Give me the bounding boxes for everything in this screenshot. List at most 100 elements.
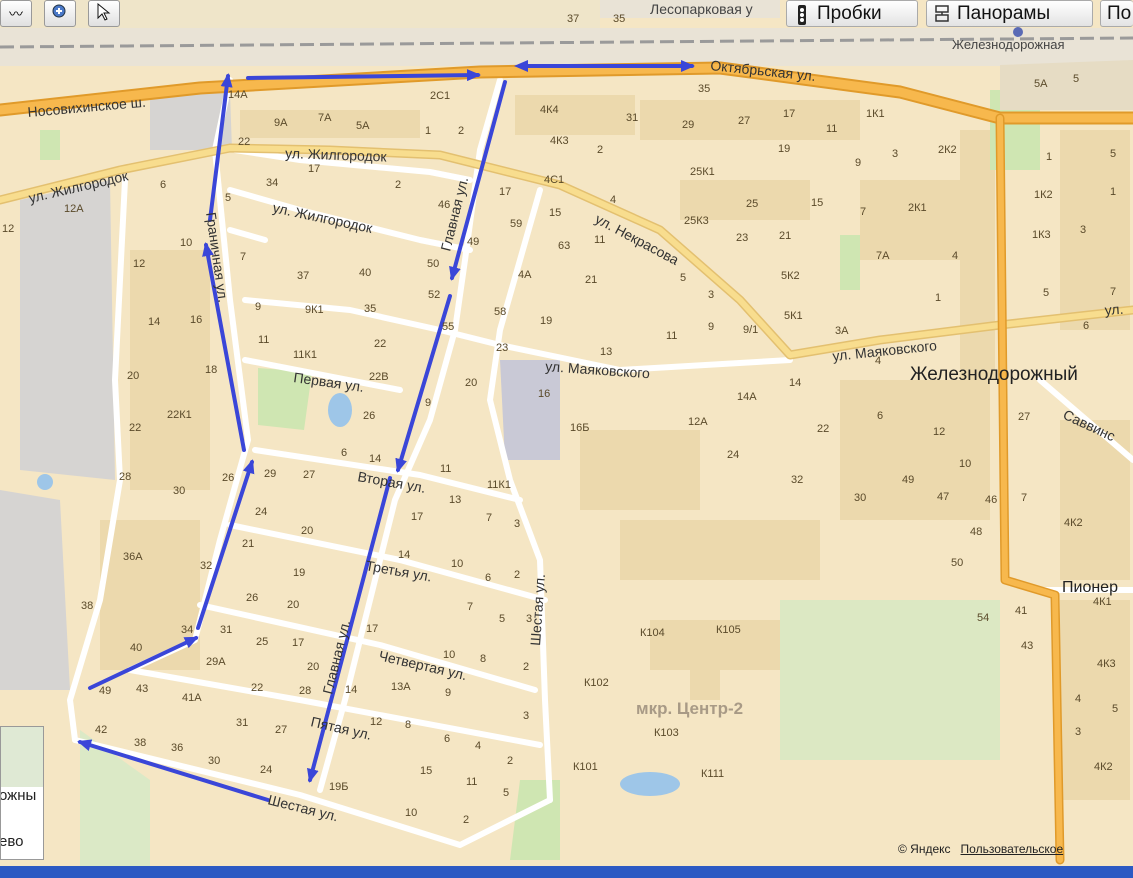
house-number: 12А <box>688 416 708 428</box>
ruler-tool-button[interactable]: 〰 <box>0 0 32 27</box>
house-number: 14 <box>398 549 410 561</box>
house-number: 3 <box>892 148 898 160</box>
house-number: 8 <box>480 653 486 665</box>
house-number: 47 <box>937 491 949 503</box>
house-number: 38 <box>81 600 93 612</box>
house-number: 17 <box>308 163 320 175</box>
traffic-button[interactable]: Пробки <box>786 0 918 27</box>
house-number: К104 <box>640 627 665 639</box>
house-number: 29 <box>264 468 276 480</box>
house-number: 37 <box>567 13 579 25</box>
house-number: 63 <box>558 240 570 252</box>
house-number: 23 <box>736 232 748 244</box>
district-label: мкр. Центр-2 <box>636 699 743 718</box>
house-number: 6 <box>485 572 491 584</box>
house-number: 36 <box>171 742 183 754</box>
house-number: 21 <box>779 230 791 242</box>
house-number: 8 <box>405 719 411 731</box>
house-number: 17 <box>783 108 795 120</box>
house-number: 14 <box>789 377 801 389</box>
house-number: 50 <box>427 258 439 270</box>
industrial-zone <box>20 180 115 480</box>
street-label-mayakovskogo: ул. <box>1104 301 1124 318</box>
house-number: 55 <box>442 321 454 333</box>
house-number: 15 <box>420 765 432 777</box>
house-number: 22В <box>369 371 389 383</box>
house-number: 58 <box>494 306 506 318</box>
taskbar <box>0 866 1133 878</box>
house-number: 30 <box>173 485 185 497</box>
house-number: 2К2 <box>938 144 957 156</box>
house-number: 5 <box>680 272 686 284</box>
house-number: 3А <box>835 325 849 337</box>
house-number: 11 <box>826 123 837 135</box>
overview-label: ево <box>0 833 24 850</box>
house-number: 2 <box>597 144 603 156</box>
house-number: 3 <box>1080 224 1086 236</box>
house-number: 32 <box>200 560 212 572</box>
house-number: 50 <box>951 557 963 569</box>
house-number: 9/1 <box>743 324 758 336</box>
house-number: 28 <box>119 471 131 483</box>
house-number: 5А <box>356 120 370 132</box>
house-number: 5 <box>1043 287 1049 299</box>
house-number: 14А <box>737 391 757 403</box>
house-number: 6 <box>444 733 450 745</box>
label-forest-street: Лесопарковая у <box>650 1 753 17</box>
zoom-tool-button[interactable] <box>44 0 76 27</box>
house-number: 27 <box>738 115 750 127</box>
house-number: 2 <box>463 814 469 826</box>
house-number: 7 <box>467 601 473 613</box>
house-number: 54 <box>977 612 989 624</box>
house-number: 28 <box>299 685 311 697</box>
house-number: 49 <box>467 236 479 248</box>
house-number: 35 <box>698 83 710 95</box>
house-number: 1 <box>425 125 431 137</box>
house-number: 4К2 <box>1064 517 1083 529</box>
house-number: 31 <box>626 112 638 124</box>
house-number: 34 <box>266 177 278 189</box>
house-number: 5 <box>1112 703 1118 715</box>
house-number: 5А <box>1034 78 1048 90</box>
house-number: 30 <box>208 755 220 767</box>
house-number: 3 <box>708 289 714 301</box>
house-number: 4К1 <box>1093 596 1112 608</box>
house-number: 25 <box>746 198 758 210</box>
house-number: 24 <box>255 506 267 518</box>
house-number: 9 <box>425 397 431 409</box>
house-number: 4К3 <box>1097 658 1116 670</box>
house-number: 20 <box>287 599 299 611</box>
house-number: 1К1 <box>866 108 885 120</box>
house-number: 2К1 <box>908 202 927 214</box>
house-number: 35 <box>364 303 376 315</box>
house-number: 25К3 <box>684 215 709 227</box>
user-agreement-link[interactable]: Пользовательское <box>961 842 1064 856</box>
house-number: 27 <box>275 724 287 736</box>
map-canvas[interactable]: Носовихинское ш. Октябрьская ул. ул. Жил… <box>0 0 1133 878</box>
house-number: 29 <box>682 119 694 131</box>
house-number: 20 <box>465 377 477 389</box>
overview-label: ожны <box>0 787 37 804</box>
house-number: 35 <box>613 13 625 25</box>
house-number: 5 <box>503 787 509 799</box>
house-number: 41А <box>182 692 202 704</box>
house-number: 32 <box>791 474 803 486</box>
house-number: 4 <box>1075 693 1081 705</box>
house-number: 5 <box>225 192 231 204</box>
house-number: 4С1 <box>544 174 564 186</box>
select-tool-button[interactable] <box>88 0 120 27</box>
house-number: 20 <box>307 661 319 673</box>
panoramas-button[interactable]: Панорамы <box>926 0 1093 27</box>
overview-map[interactable]: ожны ево <box>0 726 44 860</box>
house-number: 2 <box>395 179 401 191</box>
house-number: 11 <box>666 330 677 342</box>
house-number: 18 <box>205 364 217 376</box>
industrial-zone <box>0 490 70 690</box>
label-station: Железнодорожная <box>952 37 1065 52</box>
house-number: 17 <box>411 511 423 523</box>
more-layers-button[interactable]: По <box>1100 0 1133 27</box>
house-number: 23 <box>496 342 508 354</box>
house-number: 4К4 <box>540 104 559 116</box>
house-number: 49 <box>99 685 111 697</box>
house-number: 4 <box>475 740 481 752</box>
